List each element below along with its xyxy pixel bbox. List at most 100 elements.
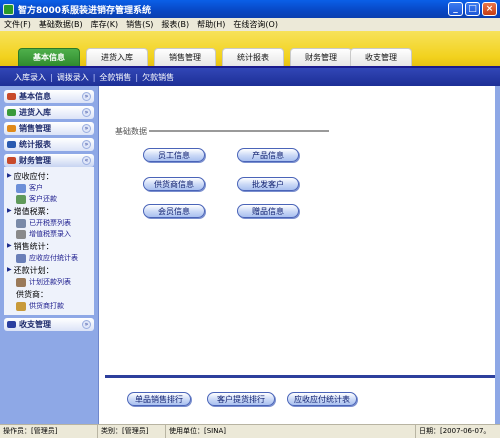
sidebar-item-repayment-list[interactable]: 计划还款列表 [16,278,94,287]
status-date: 日期：[2007-06-07。 [419,426,491,435]
arrow-icon: ▶ [7,207,12,214]
section-label: 销售管理 [19,124,51,133]
title-bar: 智方8000系服装进销存管理系统 _ □ × [0,0,500,18]
tab-sales[interactable]: 销售管理 [154,48,216,66]
group-label: 销售统计： [13,242,54,251]
right-edge-strip [495,86,500,424]
tab-reports[interactable]: 统计报表 [222,48,284,66]
sidebar-item-customer[interactable]: 客户 [16,184,94,193]
sub-nav: 入库录入 | 调拨录入 | 全款销售 | 欠款销售 [0,68,500,86]
wholesale-customer-button[interactable]: 批发客户 [237,177,299,191]
group-label: 应收应付： [13,172,54,181]
finance-section-body: ▶ 应收应付： 客户 客户还款 ▶ 增值税票： 已开税票列表 增值税票录入 ▶ … [4,167,94,315]
maximize-button[interactable]: □ [465,2,480,16]
minimize-button[interactable]: _ [448,2,463,16]
section-label: 进货入库 [19,108,51,117]
window-title: 智方8000系服装进销存管理系统 [18,5,152,16]
section-label: 统计报表 [19,140,51,149]
menu-bar: 文件(F) 基础数据(B) 库存(K) 销售(S) 报表(B) 帮助(H) 在线… [0,18,500,31]
people-icon [16,184,26,193]
supplier-label: 供货商： [16,290,48,299]
sidebar: 基本信息 » 进货入库 » 销售管理 » 统计报表 » 财务管理 « ▶ 应收应… [0,86,98,424]
tab-income-expense[interactable]: 收支管理 [350,48,412,66]
expand-icon[interactable]: » [82,108,91,117]
group-label: 还款计划： [13,266,54,275]
tab-band: 基本信息 进货入库 销售管理 统计报表 财务管理 收支管理 [0,31,500,68]
sidebar-section-purchase[interactable]: 进货入库 » [4,106,94,119]
group-repayment-plan: ▶ 还款计划： [7,265,94,276]
item-label: 应收应付统计表 [29,254,78,262]
subnav-separator: | [50,72,53,82]
group-vat-invoice: ▶ 增值税票： [7,206,94,217]
arrow-icon: ▶ [7,266,12,273]
sidebar-item-ar-ap-stats[interactable]: 应收应付统计表 [16,254,94,263]
gift-info-button[interactable]: 赠品信息 [237,204,299,218]
expand-icon[interactable]: » [82,124,91,133]
status-bar: 操作员：[管理员] 类别：[管理员] 使用单位：[SINA] 日期：[2007-… [0,424,500,438]
calculator-icon [16,230,26,239]
sidebar-item-issued-invoices[interactable]: 已开税票列表 [16,219,94,228]
section-icon [7,321,16,328]
menu-stock[interactable]: 库存(K) [91,19,119,30]
tab-finance[interactable]: 财务管理 [290,48,352,66]
section-icon [7,93,16,100]
sidebar-section-income-expense[interactable]: 收支管理 » [4,318,94,331]
main-panel: 基础数据 员工信息 产品信息 供货商信息 批发客户 会员信息 赠品信息 单品销售… [98,86,500,424]
subnav-full-payment-sale[interactable]: 全款销售 [99,72,131,83]
tab-purchase[interactable]: 进货入库 [86,48,148,66]
sidebar-item-vat-entry[interactable]: 增值税票录入 [16,230,94,239]
section-label: 基本信息 [19,92,51,101]
list-icon [16,219,26,228]
product-sales-ranking-button[interactable]: 单品销售排行 [127,392,191,406]
section-icon [7,157,16,164]
subnav-transfer-entry[interactable]: 调拨录入 [57,72,89,83]
customer-pickup-ranking-button[interactable]: 客户提货排行 [207,392,275,406]
group-label: 增值税票： [13,207,54,216]
menu-file[interactable]: 文件(F) [4,19,31,30]
section-title: 基础数据 [115,127,147,136]
section-icon [7,125,16,132]
supplier-info-button[interactable]: 供货商信息 [143,177,205,191]
menu-base-data[interactable]: 基础数据(B) [39,19,83,30]
ar-ap-stats-button[interactable]: 应收应付统计表 [287,392,357,406]
subnav-credit-sale[interactable]: 欠款销售 [142,72,174,83]
sidebar-item-supplier-payment[interactable]: 供货商打款 [16,302,94,311]
menu-consult[interactable]: 在线咨询(O) [233,19,278,30]
app-icon [3,3,14,15]
money-icon [16,302,26,311]
expand-icon[interactable]: » [82,140,91,149]
employee-info-button[interactable]: 员工信息 [143,148,205,162]
status-category: 类别：[管理员] [98,424,166,438]
item-label: 客户还款 [29,195,57,203]
member-info-button[interactable]: 会员信息 [143,204,205,218]
bottom-divider [105,375,495,378]
sidebar-section-finance[interactable]: 财务管理 « [4,154,94,167]
section-label: 收支管理 [19,320,51,329]
arrow-icon: ▶ [7,172,12,179]
item-label: 客户 [29,184,43,192]
sidebar-item-customer-repayment[interactable]: 客户还款 [16,195,94,204]
subnav-separator: | [92,72,96,82]
product-info-button[interactable]: 产品信息 [237,148,299,162]
report-icon [16,254,26,263]
menu-help[interactable]: 帮助(H) [197,19,225,30]
collapse-icon[interactable]: « [82,156,91,165]
subnav-stock-entry[interactable]: 入库录入 [14,72,46,83]
sidebar-section-reports[interactable]: 统计报表 » [4,138,94,151]
close-button[interactable]: × [482,2,497,16]
group-receivables: ▶ 应收应付： [7,171,94,182]
sidebar-section-sales[interactable]: 销售管理 » [4,122,94,135]
section-icon [7,109,16,116]
expand-icon[interactable]: » [82,92,91,101]
sidebar-section-basic-info[interactable]: 基本信息 » [4,90,94,103]
status-operator: 操作员：[管理员] [0,424,98,438]
tab-basic-info[interactable]: 基本信息 [18,48,80,66]
expand-icon[interactable]: » [82,320,91,329]
menu-reports[interactable]: 报表(B) [161,19,189,30]
people-icon [16,195,26,204]
menu-sales[interactable]: 销售(S) [126,19,153,30]
list-icon [16,278,26,287]
section-icon [7,141,16,148]
status-unit: 使用单位：[SINA] [166,424,416,438]
item-label: 供货商打款 [29,302,64,310]
